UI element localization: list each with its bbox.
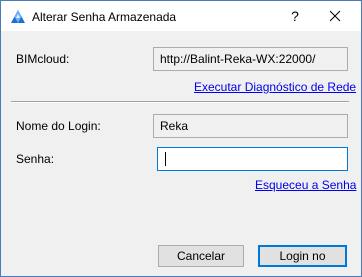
help-button[interactable]: ?	[281, 6, 309, 26]
dialog-body: BIMcloud: http://Balint-Reka-WX:22000/ E…	[1, 31, 361, 276]
cancel-button[interactable]: Cancelar	[158, 245, 244, 267]
login-button[interactable]: Login no	[258, 245, 347, 267]
bimcloud-address-field: http://Balint-Reka-WX:22000/	[153, 47, 348, 71]
close-icon	[329, 10, 341, 22]
password-label: Senha:	[16, 152, 55, 166]
login-name-label: Nome do Login:	[16, 119, 101, 133]
window-title: Alterar Senha Armazenada	[32, 10, 177, 24]
bimcloud-logo-icon	[11, 10, 25, 23]
login-name-field: Reka	[153, 114, 348, 138]
run-network-diagnostics-link[interactable]: Executar Diagnóstico de Rede	[194, 80, 356, 94]
section-divider	[11, 101, 349, 103]
close-button[interactable]	[315, 4, 355, 28]
text-caret	[165, 152, 166, 166]
password-input[interactable]	[157, 147, 348, 171]
forgot-password-link[interactable]: Esqueceu a Senha	[255, 178, 356, 192]
bimcloud-label: BIMcloud:	[16, 52, 70, 66]
change-stored-password-dialog: Alterar Senha Armazenada ? BIMcloud: htt…	[0, 0, 362, 277]
title-bar: Alterar Senha Armazenada ?	[1, 1, 361, 31]
